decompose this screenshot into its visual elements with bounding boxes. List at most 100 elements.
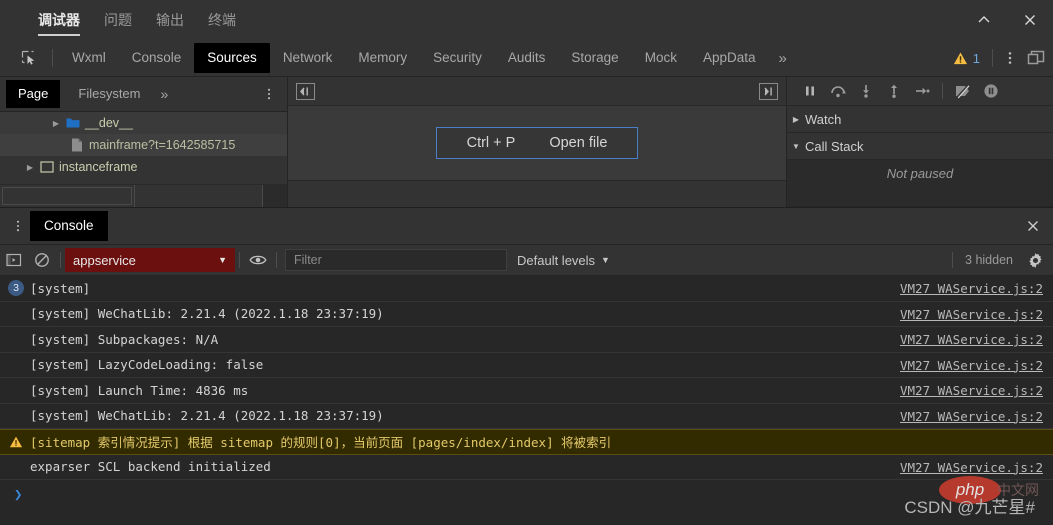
- gear-icon: [1028, 252, 1042, 268]
- step-into-button[interactable]: [853, 79, 879, 103]
- console-filter[interactable]: [285, 249, 507, 271]
- console-source-link[interactable]: VM27 WAService.js:2: [900, 327, 1043, 353]
- console-message-row-warning[interactable]: [sitemap 索引情况提示] 根据 sitemap 的规则[0]，当前页面 …: [0, 429, 1053, 455]
- titlebar-tab-output[interactable]: 输出: [144, 0, 196, 40]
- drawer-menu-button[interactable]: [6, 219, 30, 233]
- console-source-link[interactable]: VM27 WAService.js:2: [900, 404, 1043, 430]
- divider: [60, 252, 61, 268]
- tab-wxml[interactable]: Wxml: [59, 44, 119, 72]
- console-message-text: [system] WeChatLib: 2.21.4 (2022.1.18 23…: [30, 408, 384, 424]
- navigator-status-bar: [0, 184, 287, 207]
- tab-mock[interactable]: Mock: [632, 44, 690, 72]
- open-file-label: Open file: [549, 135, 608, 151]
- more-tabs-button[interactable]: »: [769, 50, 797, 67]
- titlebar-tab-label: 调试器: [38, 12, 80, 28]
- navigator-menu-button[interactable]: [259, 84, 279, 104]
- console-message-row[interactable]: [system] Subpackages: N/A VM27 WAService…: [0, 327, 1053, 353]
- step-button[interactable]: [909, 79, 935, 103]
- tree-item-dev[interactable]: ▶ __dev__: [0, 112, 287, 134]
- tab-security[interactable]: Security: [420, 44, 495, 72]
- close-window-button[interactable]: [1007, 0, 1053, 40]
- divider: [239, 252, 240, 268]
- hidden-messages-count[interactable]: 3 hidden: [957, 253, 1021, 267]
- frame-icon: [38, 161, 56, 173]
- console-source-link[interactable]: VM27 WAService.js:2: [900, 302, 1043, 328]
- tab-label: AppData: [702, 50, 756, 65]
- pause-script-execution-button[interactable]: [797, 79, 823, 103]
- console-source-link[interactable]: VM27 WAService.js:2: [900, 353, 1043, 379]
- tree-item-mainframe[interactable]: mainframe?t=1642585715: [0, 134, 287, 156]
- open-file-hint[interactable]: Ctrl + P Open file: [435, 127, 639, 159]
- tab-console[interactable]: Console: [119, 44, 195, 72]
- execution-context-selector[interactable]: appservice ▼: [65, 248, 235, 272]
- tab-audits[interactable]: Audits: [495, 44, 559, 72]
- editor-empty-state: Ctrl + P Open file: [288, 106, 786, 180]
- titlebar-tab-debugger[interactable]: 调试器: [26, 0, 92, 40]
- deactivate-breakpoints-button[interactable]: [950, 79, 976, 103]
- console-message-row[interactable]: [system] Launch Time: 4836 ms VM27 WASer…: [0, 378, 1053, 404]
- folder-icon: [64, 117, 82, 129]
- chevron-down-icon: ▼: [218, 255, 227, 265]
- navigator-tabs: Page Filesystem »: [0, 77, 287, 112]
- pause-on-exceptions-button[interactable]: [978, 79, 1004, 103]
- console-message-row[interactable]: 3 [system] VM27 WAService.js:2: [0, 276, 1053, 302]
- live-expression-button[interactable]: [244, 246, 272, 274]
- console-message-row[interactable]: [system] LazyCodeLoading: false VM27 WAS…: [0, 353, 1053, 379]
- console-message-row[interactable]: [system] WeChatLib: 2.21.4 (2022.1.18 23…: [0, 302, 1053, 328]
- divider: [952, 252, 954, 268]
- titlebar-tab-terminal[interactable]: 终端: [196, 0, 248, 40]
- step-over-button[interactable]: [825, 79, 851, 103]
- close-drawer-button[interactable]: [1023, 216, 1043, 236]
- drawer-tab-console[interactable]: Console: [30, 211, 108, 241]
- twisty-icon[interactable]: ▶: [22, 163, 38, 172]
- tree-item-instanceframe[interactable]: ▶ instanceframe: [0, 156, 287, 178]
- console-message-row[interactable]: exparser SCL backend initialized VM27 WA…: [0, 455, 1053, 480]
- show-navigator-button[interactable]: [296, 82, 315, 100]
- step-icon: [916, 87, 930, 95]
- tab-memory[interactable]: Memory: [345, 44, 420, 72]
- console-settings-button[interactable]: [1021, 246, 1049, 274]
- divider: [942, 83, 943, 99]
- dock-side-button[interactable]: [1023, 45, 1049, 71]
- tab-network[interactable]: Network: [270, 44, 346, 72]
- console-message-text: [system] WeChatLib: 2.21.4 (2022.1.18 23…: [30, 306, 384, 322]
- warning-indicator[interactable]: 1: [945, 51, 988, 66]
- show-debugger-button[interactable]: [759, 82, 778, 100]
- navigator-tab-label: Filesystem: [78, 86, 141, 101]
- tab-storage[interactable]: Storage: [558, 44, 631, 72]
- tab-label: Audits: [507, 50, 546, 65]
- filter-input[interactable]: [292, 252, 500, 268]
- titlebar-tab-problems[interactable]: 问题: [92, 0, 144, 40]
- tab-label: Console: [131, 50, 182, 65]
- tab-sources[interactable]: Sources: [194, 43, 270, 73]
- log-level-selector[interactable]: Default levels ▼: [517, 253, 610, 268]
- twisty-icon[interactable]: ▶: [48, 119, 64, 128]
- inspect-element-button[interactable]: [12, 45, 46, 71]
- title-bar: 调试器 问题 输出 终端: [0, 0, 1053, 40]
- console-sidebar-button[interactable]: [0, 246, 28, 274]
- minimize-button[interactable]: [961, 0, 1007, 40]
- step-into-icon: [863, 85, 869, 98]
- console-source-link[interactable]: VM27 WAService.js:2: [900, 276, 1043, 302]
- devtools-window: 调试器 问题 输出 终端 Wxml Console Sources Networ…: [0, 0, 1053, 525]
- console-prompt[interactable]: ❯: [0, 480, 1053, 510]
- navigator-tab-filesystem[interactable]: Filesystem: [66, 81, 152, 107]
- devtools-menu-button[interactable]: [997, 45, 1023, 71]
- step-out-icon: [891, 84, 897, 98]
- drawer-tab-bar: Console: [0, 208, 1053, 245]
- watch-section-header[interactable]: ▶ Watch: [787, 106, 1053, 133]
- console-message-text: [system] LazyCodeLoading: false: [30, 357, 264, 373]
- step-out-button[interactable]: [881, 79, 907, 103]
- tab-appdata[interactable]: AppData: [690, 44, 769, 72]
- console-source-link[interactable]: VM27 WAService.js:2: [900, 378, 1043, 404]
- kebab-menu-icon: [16, 220, 20, 232]
- navigator-tab-page[interactable]: Page: [6, 80, 61, 108]
- clear-console-button[interactable]: [28, 246, 56, 274]
- console-message-row[interactable]: [system] WeChatLib: 2.21.4 (2022.1.18 23…: [0, 404, 1053, 430]
- navigator-more-button[interactable]: »: [153, 86, 177, 102]
- console-toolbar: appservice ▼ Default levels ▼ 3 hidden: [0, 245, 1053, 276]
- debugger-pane: ▶ Watch ▼ Call Stack Not paused: [787, 77, 1053, 207]
- devtools-tabstrip-right: 1: [945, 40, 1049, 76]
- console-message-text: [system] Launch Time: 4836 ms: [30, 382, 249, 398]
- callstack-section-header[interactable]: ▼ Call Stack: [787, 133, 1053, 160]
